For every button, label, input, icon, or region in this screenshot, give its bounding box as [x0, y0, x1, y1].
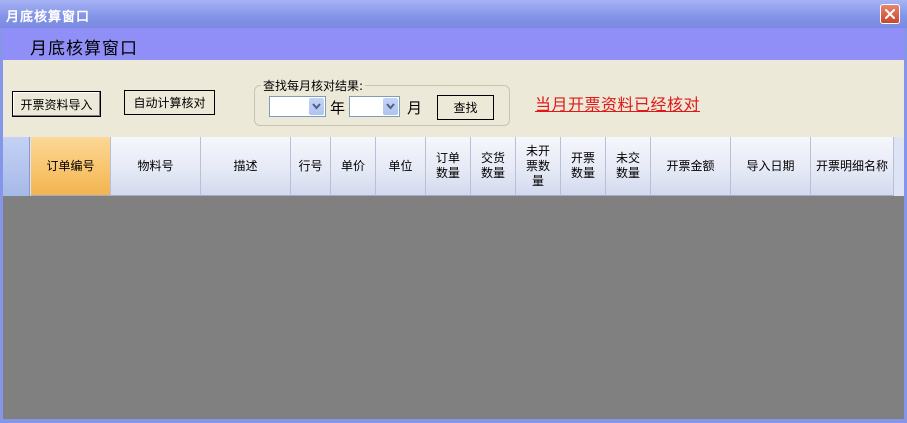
column-header[interactable]: 导入日期	[731, 137, 811, 196]
column-header-label: 未开票数量	[525, 143, 550, 188]
column-header-label: 单位	[388, 158, 413, 173]
close-button[interactable]	[880, 4, 900, 24]
year-dropdown-button[interactable]	[309, 98, 324, 115]
window-bottom-border	[0, 419, 907, 423]
data-grid[interactable]: 订单编号 物料号 描述 行号 单价 单位 订单数量 交货数量 未开票数量 开票数量 未交数量 开票金额…	[3, 137, 904, 419]
row-selector-header[interactable]	[3, 137, 30, 196]
header-band: 月底核算窗口	[3, 28, 904, 60]
column-header[interactable]: 单位	[376, 137, 426, 196]
grid-header: 订单编号 物料号 描述 行号 单价 单位 订单数量 交货数量 未开票数量 开票数量 未交数量 开票金额…	[3, 137, 904, 196]
import-invoice-button[interactable]: 开票资料导入	[12, 91, 101, 117]
column-header-label: 行号	[298, 158, 323, 173]
year-select[interactable]	[269, 96, 326, 117]
column-header-label: 未交数量	[615, 151, 640, 180]
find-button[interactable]: 查找	[437, 95, 494, 120]
column-header-label: 开票数量	[570, 151, 595, 180]
column-header-label: 导入日期	[746, 158, 795, 173]
column-header[interactable]: 订单数量	[426, 137, 471, 196]
query-group-label: 查找每月核对结果:	[261, 77, 366, 94]
column-header[interactable]: 订单编号	[31, 137, 111, 196]
column-header-label: 交货数量	[480, 151, 505, 180]
column-header-label: 开票明细名称	[815, 158, 888, 173]
column-header[interactable]: 开票金额	[651, 137, 731, 196]
column-header[interactable]: 未交数量	[606, 137, 651, 196]
column-header[interactable]: 未开票数量	[516, 137, 561, 196]
year-unit-label: 年	[330, 99, 346, 117]
column-header[interactable]: 开票明细名称	[811, 137, 894, 196]
column-header-label: 描述	[233, 158, 258, 173]
page-title: 月底核算窗口	[30, 39, 138, 59]
month-unit-label: 月	[407, 99, 423, 117]
column-header[interactable]: 描述	[201, 137, 291, 196]
chevron-down-icon	[312, 103, 321, 110]
close-icon	[885, 9, 895, 19]
column-header[interactable]: 行号	[291, 137, 331, 196]
month-dropdown-button[interactable]	[383, 98, 398, 115]
window-title: 月底核算窗口	[6, 10, 91, 25]
column-header[interactable]: 交货数量	[471, 137, 516, 196]
column-header-label: 物料号	[137, 158, 174, 173]
auto-calculate-button[interactable]: 自动计算核对	[124, 90, 215, 115]
main-window: 月底核算窗口 月底核算窗口 开票资料导入 自动计算核对 查找每月核对结果: 年	[0, 0, 907, 423]
toolbar: 开票资料导入 自动计算核对 查找每月核对结果: 年 月 查找 当月开票资料已经核…	[3, 60, 904, 137]
chevron-down-icon	[386, 103, 395, 110]
month-select[interactable]	[349, 96, 400, 117]
column-header-label: 开票金额	[666, 158, 715, 173]
column-header-label: 订单编号	[46, 158, 95, 173]
column-header[interactable]: 单价	[331, 137, 376, 196]
status-link[interactable]: 当月开票资料已经核对	[535, 91, 700, 115]
column-header[interactable]: 物料号	[111, 137, 201, 196]
column-header-label: 订单数量	[435, 151, 460, 180]
column-header-label: 单价	[340, 158, 365, 173]
column-header[interactable]: 开票数量	[561, 137, 606, 196]
title-bar[interactable]: 月底核算窗口	[0, 0, 907, 28]
